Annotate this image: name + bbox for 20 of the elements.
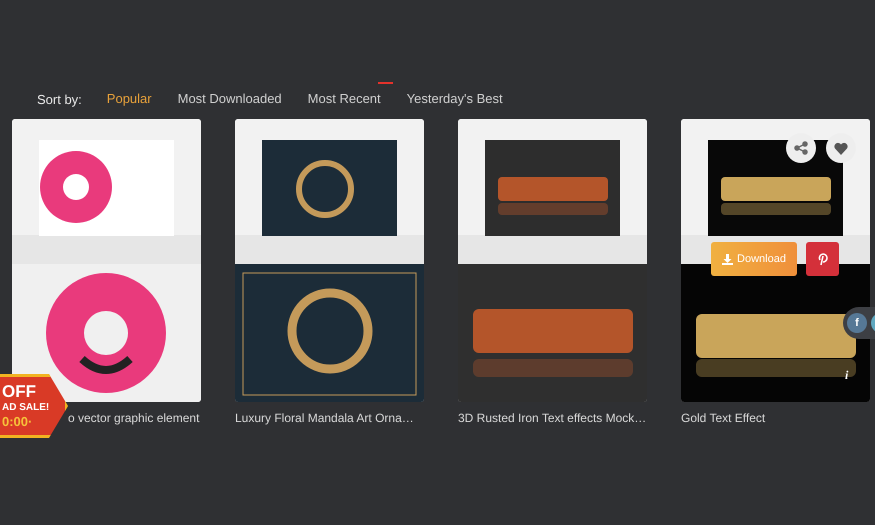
card-title[interactable]: Gold Text Effect	[681, 411, 766, 425]
sort-label: Sort by:	[37, 92, 82, 106]
pin-icon	[818, 252, 828, 266]
card-title[interactable]: Luxury Floral Mandala Art Orna…	[235, 411, 414, 425]
card-title[interactable]: 3D Rusted Iron Text effects Mock…	[458, 411, 646, 425]
share-icon	[794, 141, 808, 155]
sale-badge[interactable]: OFF AD SALE! 0:00·	[0, 374, 68, 438]
sort-option[interactable]: Yesterday's Best	[406, 91, 503, 106]
card-title[interactable]: o vector graphic element	[68, 411, 200, 425]
info-button[interactable]: i	[845, 368, 848, 383]
download-icon	[722, 254, 734, 264]
sort-option[interactable]: Most Recent	[308, 91, 381, 106]
facebook-button[interactable]: f	[847, 313, 867, 333]
sort-option[interactable]: Popular	[106, 91, 152, 106]
badge-text: 0:00·	[2, 414, 34, 430]
badge-text: OFF	[2, 382, 37, 402]
badge-text: AD SALE!	[2, 402, 50, 414]
pinterest-button[interactable]	[806, 242, 839, 276]
heart-icon	[834, 142, 848, 154]
sort-option[interactable]: Most Downloaded	[178, 91, 282, 106]
